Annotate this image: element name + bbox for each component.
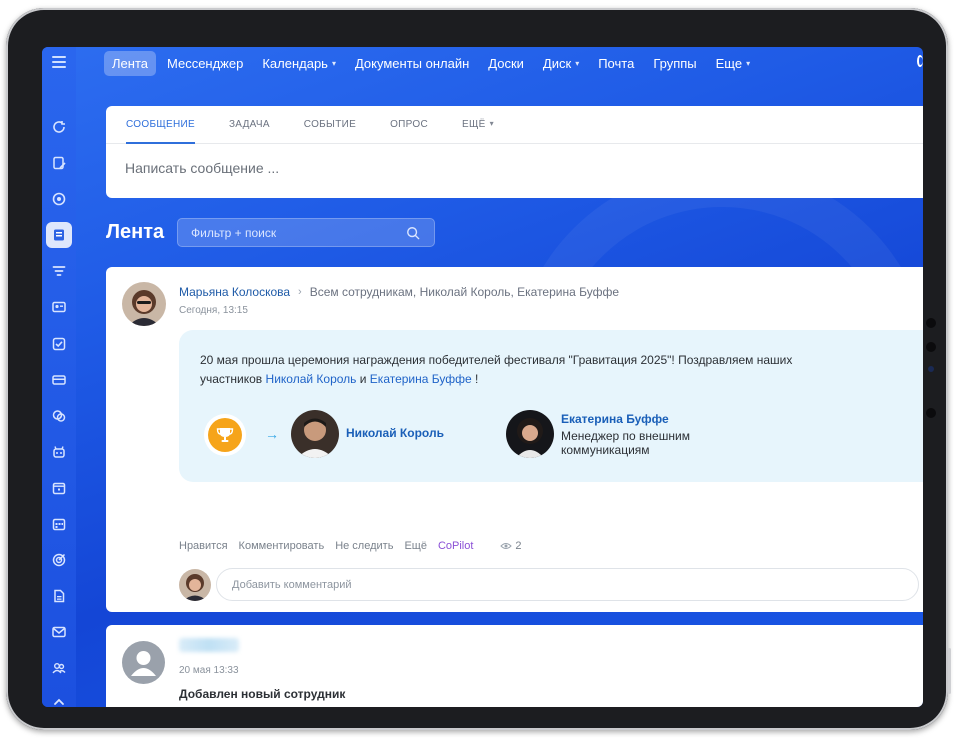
camera-dot (926, 408, 936, 418)
nav-item-label: Еще (715, 55, 743, 71)
calendar-grid-icon[interactable] (49, 514, 69, 534)
top-navigation: Лента Мессенджер Календарь ▾ Документы онлай… (104, 49, 761, 77)
trophy-icon (208, 418, 242, 452)
nav-item[interactable]: Лента (104, 50, 156, 76)
nav-item-label: Группы (653, 55, 697, 71)
magnifier-icon (407, 227, 420, 240)
nav-item[interactable]: Диск ▾ (535, 51, 587, 76)
chevron-down-icon: ▾ (575, 58, 580, 68)
post-title: Добавлен новый сотрудник (179, 687, 346, 701)
nav-item-label: Почта (598, 55, 635, 71)
page-title: Лента (106, 221, 165, 243)
person-avatar[interactable] (506, 410, 554, 458)
like-button[interactable]: Нравится (179, 540, 228, 552)
filter-placeholder: Фильтр + поиск (191, 225, 277, 240)
tab-task[interactable]: ЗАДАЧА (229, 119, 270, 144)
post-actions: Нравится Комментировать Не следить Ещё C… (179, 540, 522, 552)
nav-item-label: Мессенджер (166, 55, 244, 71)
mention-link[interactable]: Николай Король (266, 372, 357, 386)
nav-item[interactable]: Группы (645, 51, 704, 76)
unfollow-button[interactable]: Не следить (335, 540, 393, 552)
current-user-avatar[interactable] (179, 569, 211, 601)
post-body: 20 мая прошла церемония награждения побе… (179, 330, 923, 482)
tab-more[interactable]: ЕЩЁ ▾ (462, 119, 494, 144)
camera-dot (926, 318, 936, 328)
document-icon[interactable] (49, 586, 69, 606)
caret-down-icon: ▾ (489, 119, 494, 128)
feed-post: Марьяна Колоскова › Всем сотрудникам, Ни… (106, 267, 923, 612)
composer-tabs: СООБЩЕНИЕ ЗАДАЧА СОБЫТИЕ ОПРОС ЕЩЁ ▾ (106, 106, 923, 144)
id-card-icon[interactable] (49, 297, 69, 317)
mail-icon[interactable] (49, 622, 69, 642)
tab-poll[interactable]: ОПРОС (390, 119, 428, 144)
author-name[interactable]: Марьяна Колоскова (179, 285, 290, 299)
eye-icon (500, 543, 513, 549)
post-header: Марьяна Колоскова › Всем сотрудникам, Ни… (179, 285, 619, 299)
sensor-dot (928, 366, 934, 372)
tab-event[interactable]: СОБЫТИЕ (304, 119, 356, 144)
nav-item-label: Документы онлайн (354, 55, 470, 71)
tab-message[interactable]: СООБЩЕНИЕ (126, 119, 195, 144)
feed-post: 20 мая 13:33 Добавлен новый сотрудник (106, 625, 923, 707)
robot-icon[interactable] (49, 442, 69, 462)
comment-input[interactable]: Добавить комментарий (216, 568, 919, 601)
side-button (948, 648, 951, 694)
post-time[interactable]: Сегодня, 13:15 (179, 305, 248, 316)
more-button[interactable]: Ещё (404, 540, 427, 552)
post-text-part: ! (471, 372, 479, 386)
recipients[interactable]: Всем сотрудникам, Николай Король, Екатер… (310, 285, 619, 299)
post-text: 20 мая прошла церемония награждения побе… (200, 351, 830, 389)
post-text-part: и (356, 372, 370, 386)
views-counter[interactable]: 2 (500, 540, 522, 552)
chevron-right-icon: › (298, 286, 302, 298)
card-icon[interactable] (49, 370, 69, 390)
search-icon[interactable] (917, 55, 923, 67)
app-screen: Лента Мессенджер Календарь ▾ Документы онлай… (42, 47, 923, 707)
filter-search-input[interactable]: Фильтр + поиск (177, 218, 435, 247)
mention-link[interactable]: Екатерина Буффе (370, 372, 472, 386)
views-count: 2 (515, 540, 522, 552)
chevron-down-icon: ▾ (746, 58, 751, 68)
nav-item[interactable]: Доски (480, 51, 532, 76)
chevron-up-icon[interactable] (49, 692, 69, 707)
filter-icon[interactable] (49, 262, 69, 282)
copilot-button[interactable]: CoPilot (438, 540, 473, 552)
nav-item[interactable]: Календарь ▾ (254, 51, 344, 76)
target-icon[interactable] (49, 550, 69, 570)
person-avatar[interactable] (291, 410, 339, 458)
chat-bubble-icon[interactable] (49, 189, 69, 209)
post-time[interactable]: 20 мая 13:33 (179, 665, 239, 676)
hamburger-menu-icon[interactable] (52, 56, 66, 68)
arrow-right-icon: → (265, 426, 279, 442)
camera-dot (926, 342, 936, 352)
refresh-icon[interactable] (49, 117, 69, 137)
comment-button[interactable]: Комментировать (239, 540, 325, 552)
edit-document-icon[interactable] (49, 153, 69, 173)
nav-item-label: Календарь (262, 55, 328, 71)
feed-icon[interactable] (46, 222, 72, 248)
checkbox-icon[interactable] (49, 334, 69, 354)
calendar-icon[interactable] (49, 478, 69, 498)
nav-item[interactable]: Еще ▾ (708, 51, 758, 76)
nav-item-label: Доски (488, 55, 524, 71)
blurred-name (179, 638, 239, 652)
person-role: Менеджер по внешним коммуникациям (561, 429, 690, 457)
nav-item-label: Диск (542, 55, 572, 71)
nav-item[interactable]: Мессенджер (159, 51, 251, 76)
chats-icon[interactable] (49, 406, 69, 426)
users-icon[interactable] (49, 658, 69, 678)
post-composer: СООБЩЕНИЕ ЗАДАЧА СОБЫТИЕ ОПРОС ЕЩЁ ▾ Напи… (106, 106, 923, 198)
person-name[interactable]: Екатерина Буффе (561, 412, 669, 426)
nav-item-label: Лента (112, 55, 148, 71)
message-input[interactable]: Написать сообщение ... (106, 144, 923, 192)
nav-item[interactable]: Почта (590, 51, 642, 76)
trophy-badge (204, 414, 246, 456)
user-placeholder-avatar[interactable] (122, 641, 165, 684)
left-sidebar (42, 47, 76, 707)
nav-item[interactable]: Документы онлайн (347, 51, 477, 76)
author-avatar[interactable] (122, 282, 166, 326)
person-name[interactable]: Николай Король (346, 426, 444, 440)
chevron-down-icon: ▾ (331, 58, 336, 68)
tablet-frame: Лента Мессенджер Календарь ▾ Документы онлай… (6, 8, 951, 730)
